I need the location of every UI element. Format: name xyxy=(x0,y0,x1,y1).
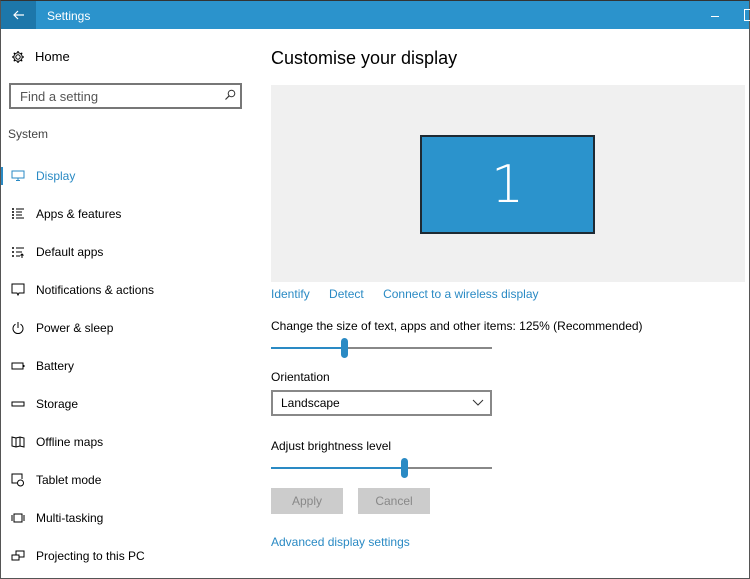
identify-link[interactable]: Identify xyxy=(271,287,310,301)
battery-icon xyxy=(11,362,25,370)
sidebar-item-tablet-mode[interactable]: Tablet mode xyxy=(1,461,251,499)
sidebar-item-multitasking[interactable]: Multi-tasking xyxy=(1,499,251,537)
monitor-tile[interactable]: 1 xyxy=(420,135,595,234)
slider-fill xyxy=(271,347,344,349)
minimize-button[interactable] xyxy=(709,7,723,23)
back-button[interactable] xyxy=(1,1,36,29)
monitor-number: 1 xyxy=(490,154,525,215)
default-apps-icon xyxy=(12,247,24,258)
notification-icon xyxy=(11,283,25,297)
list-icon xyxy=(12,208,24,219)
sidebar-item-power-sleep[interactable]: Power & sleep xyxy=(1,309,251,347)
settings-window: Settings Home Find a setting System Disp… xyxy=(0,0,750,579)
search-icon[interactable] xyxy=(224,89,236,101)
orientation-label: Orientation xyxy=(271,370,330,384)
sidebar-item-label: Storage xyxy=(36,397,79,411)
scale-label: Change the size of text, apps and other … xyxy=(271,319,643,333)
projecting-icon xyxy=(11,550,25,561)
display-links: Identify Detect Connect to a wireless di… xyxy=(271,287,555,301)
sidebar-item-notifications[interactable]: Notifications & actions xyxy=(1,271,251,309)
back-arrow-icon xyxy=(12,10,24,20)
sidebar-item-apps-features[interactable]: Apps & features xyxy=(1,195,251,233)
orientation-dropdown[interactable]: Landscape xyxy=(271,390,492,416)
title-bar: Settings xyxy=(1,1,750,29)
app-title: Settings xyxy=(47,9,91,23)
map-icon xyxy=(11,436,25,448)
slider-fill xyxy=(271,467,404,469)
sidebar-item-label: Tablet mode xyxy=(36,473,102,487)
advanced-display-settings-link[interactable]: Advanced display settings xyxy=(271,535,410,549)
cancel-button[interactable]: Cancel xyxy=(358,488,430,514)
home-nav[interactable]: Home xyxy=(11,49,70,64)
sidebar-item-label: Display xyxy=(36,169,76,183)
detect-link[interactable]: Detect xyxy=(329,287,364,301)
search-placeholder: Find a setting xyxy=(20,89,99,104)
wireless-display-link[interactable]: Connect to a wireless display xyxy=(383,287,538,301)
chevron-down-icon xyxy=(472,399,484,406)
sidebar-item-label: Multi-tasking xyxy=(36,511,104,525)
sidebar-item-label: Power & sleep xyxy=(36,321,114,335)
slider-thumb[interactable] xyxy=(401,458,408,478)
brightness-label: Adjust brightness level xyxy=(271,439,392,453)
sidebar-item-default-apps[interactable]: Default apps xyxy=(1,233,251,271)
monitor-icon xyxy=(11,170,25,181)
gear-icon xyxy=(12,50,24,63)
apply-button[interactable]: Apply xyxy=(271,488,343,514)
tablet-mode-icon xyxy=(11,473,24,487)
scale-slider[interactable] xyxy=(271,337,492,359)
section-heading: System xyxy=(8,127,49,141)
display-preview: 1 xyxy=(271,85,745,282)
sidebar-item-battery[interactable]: Battery xyxy=(1,347,251,385)
sidebar-item-label: Apps & features xyxy=(36,207,122,221)
maximize-button[interactable] xyxy=(744,9,750,21)
multitasking-icon xyxy=(11,513,25,523)
power-icon xyxy=(12,322,24,334)
sidebar-item-label: Projecting to this PC xyxy=(36,549,145,563)
sidebar-item-label: Offline maps xyxy=(36,435,104,449)
home-label: Home xyxy=(35,49,70,64)
search-input[interactable]: Find a setting xyxy=(9,83,242,109)
sidebar-item-projecting[interactable]: Projecting to this PC xyxy=(1,537,251,575)
sidebar-item-label: Battery xyxy=(36,359,75,373)
sidebar-item-storage[interactable]: Storage xyxy=(1,385,251,423)
page-title: Customise your display xyxy=(271,48,458,68)
display-settings-panel: Customise your display 1 Identify Detect… xyxy=(271,29,745,578)
sidebar: Home Find a setting System Display Apps … xyxy=(1,29,251,578)
storage-icon xyxy=(11,401,25,407)
sidebar-item-label: Notifications & actions xyxy=(36,283,155,297)
orientation-value: Landscape xyxy=(281,396,340,410)
sidebar-item-display[interactable]: Display xyxy=(1,157,251,195)
sidebar-item-label: Default apps xyxy=(36,245,104,259)
slider-thumb[interactable] xyxy=(341,338,348,358)
sidebar-item-offline-maps[interactable]: Offline maps xyxy=(1,423,251,461)
brightness-slider[interactable] xyxy=(271,457,492,479)
